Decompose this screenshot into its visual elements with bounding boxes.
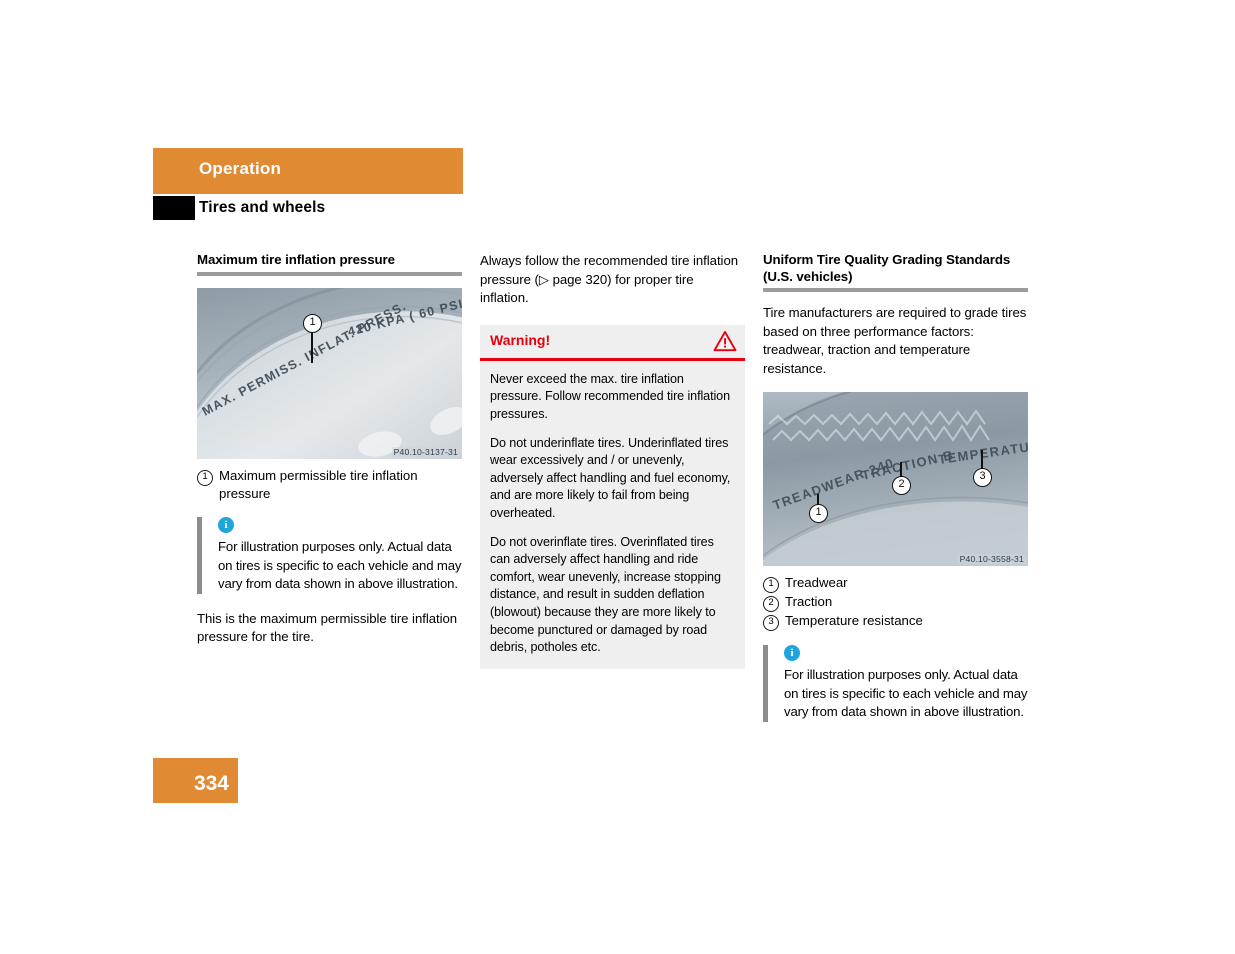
column-one: Maximum tire inflation pressure MAX. PER… [197, 252, 462, 660]
chapter-title: Operation [199, 159, 282, 178]
warning-paragraph: Never exceed the max. tire inflation pre… [490, 371, 730, 421]
warning-title: Warning! [490, 331, 551, 348]
note-accent-bar [763, 645, 768, 722]
note-accent-bar [197, 517, 202, 594]
legend-number: 3 [763, 615, 779, 632]
legend-label: Treadwear [785, 575, 848, 591]
recommended-pressure-intro: Always follow the recommended tire infla… [480, 253, 739, 306]
warning-paragraph: Do not overinflate tires. Overinflated t… [490, 534, 721, 655]
heading-rule [197, 271, 462, 276]
legend-number: 1 [197, 469, 213, 486]
tire-sidewall-figure: TREADWEAR 240 TRACTION B TEMPERATURE A 1… [763, 392, 1028, 567]
legend-number: 2 [763, 596, 779, 613]
heading-rule [763, 288, 1028, 292]
note-text: For illustration purposes only. Actual d… [784, 667, 1028, 720]
callout-stem-1 [311, 329, 313, 363]
column-three: Uniform Tire Quality Grading Standards (… [763, 252, 1028, 722]
legend-number: 1 [763, 577, 779, 594]
section-title: Tires and wheels [199, 199, 326, 216]
column-three-body: Tire manufacturers are required to grade… [763, 305, 1027, 376]
figure-image-id: P40.10-3137-31 [391, 446, 460, 457]
warning-body: Never exceed the max. tire inflation pre… [480, 361, 745, 669]
wheel-rim-figure: MAX. PERMISS. INFLAT. PRESS. 420 KPA ( 6… [197, 287, 462, 459]
callout-stem-3 [981, 450, 983, 471]
legend-item: 1 Maximum permissible tire inflation pre… [197, 467, 462, 504]
warning-header: Warning! [480, 325, 745, 361]
column-one-legend: 1 Maximum permissible tire inflation pre… [197, 467, 462, 504]
legend-item: 2 Traction [763, 593, 1028, 613]
warning-paragraph: Do not underinflate tires. Underinflated… [490, 435, 731, 520]
warning-box: Warning! Never exceed the max. tire infl… [480, 324, 745, 669]
info-icon: i [218, 517, 234, 534]
column-one-heading: Maximum tire inflation pressure [197, 252, 395, 267]
section-marker-block [153, 196, 195, 220]
legend-label: Maximum permissible tire inflation press… [219, 467, 418, 501]
info-note-column-three: i For illustration purposes only. Actual… [763, 645, 1028, 722]
legend-label: Traction [785, 594, 833, 610]
figure-image-id: P40.10-3558-31 [957, 554, 1026, 565]
column-one-body: This is the maximum permissible tire inf… [197, 610, 458, 645]
column-two: Always follow the recommended tire infla… [480, 252, 745, 669]
info-note-column-one: i For illustration purposes only. Actual… [197, 517, 462, 594]
page-number-block: 334 [153, 758, 238, 803]
column-three-heading-line2: (U.S. vehicles) [763, 268, 853, 284]
column-three-heading-line1: Uniform Tire Quality Grading Standards [763, 252, 1011, 267]
legend-item: 3 Temperature resistance [763, 612, 1028, 632]
info-icon: i [784, 645, 800, 662]
page-number: 334 [193, 772, 229, 795]
note-text: For illustration purposes only. Actual d… [218, 539, 462, 592]
column-three-legend: 1 Treadwear 2 Traction 3 Temperature res… [763, 574, 1028, 632]
wheel-rim-illustration: MAX. PERMISS. INFLAT. PRESS. 420 KPA ( 6… [197, 287, 462, 459]
figure-callout-1: 1 [303, 313, 322, 333]
legend-label: Temperature resistance [785, 613, 923, 629]
legend-item: 1 Treadwear [763, 574, 1028, 594]
warning-triangle-icon [713, 330, 737, 357]
chapter-header-banner: Operation [153, 148, 463, 194]
